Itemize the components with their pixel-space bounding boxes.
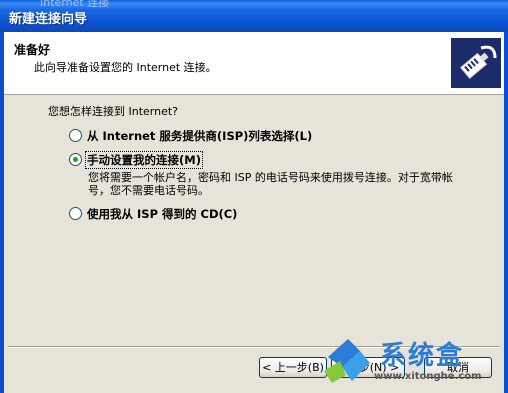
network-plug-icon <box>451 38 501 88</box>
wizard-body: 您想怎样连接到 Internet? 从 Internet 服务提供商(ISP)列… <box>4 95 504 345</box>
window-frame-right <box>504 32 508 393</box>
watermark-logo-icon <box>324 339 370 383</box>
title-bar[interactable]: Internet 连接 新建连接向导 <box>0 0 508 32</box>
watermark-url: www.xitonghe.com <box>374 371 482 382</box>
manual-setup-description: 您将需要一个帐户名，密码和 ISP 的电话号码来使用拨号连接。对于宽带帐号，您不… <box>88 171 453 197</box>
option-manual-setup-label: 手动设置我的连接(M) <box>85 151 203 169</box>
option-isp-list-label: 从 Internet 服务提供商(ISP)列表选择(L) <box>87 129 313 143</box>
radio-circle-icon[interactable] <box>69 207 82 220</box>
radio-circle-icon[interactable] <box>69 129 82 142</box>
radio-checked-icon[interactable] <box>69 153 82 166</box>
window-title: 新建连接向导 <box>9 12 88 27</box>
page-title: 准备好 <box>14 43 51 57</box>
site-watermark: 系统盒 www.xitonghe.com <box>320 333 502 389</box>
option-isp-cd-label: 使用我从 ISP 得到的 CD(C) <box>87 207 238 221</box>
option-isp-cd[interactable]: 使用我从 ISP 得到的 CD(C) <box>69 206 237 222</box>
page-subtitle: 此向导准备设置您的 Internet 连接。 <box>34 61 217 74</box>
new-connection-wizard-window: Internet 连接 新建连接向导 准备好 此向导准备设置您的 Interne… <box>0 0 508 393</box>
connection-question: 您想怎样连接到 Internet? <box>48 105 179 118</box>
watermark-text: 系统盒 <box>380 341 465 371</box>
option-isp-list[interactable]: 从 Internet 服务提供商(ISP)列表选择(L) <box>69 128 312 144</box>
option-manual-setup[interactable]: 手动设置我的连接(M) <box>69 151 203 169</box>
wizard-header: 准备好 此向导准备设置您的 Internet 连接。 <box>4 32 504 95</box>
back-button[interactable]: < 上一步(B) <box>259 357 327 378</box>
